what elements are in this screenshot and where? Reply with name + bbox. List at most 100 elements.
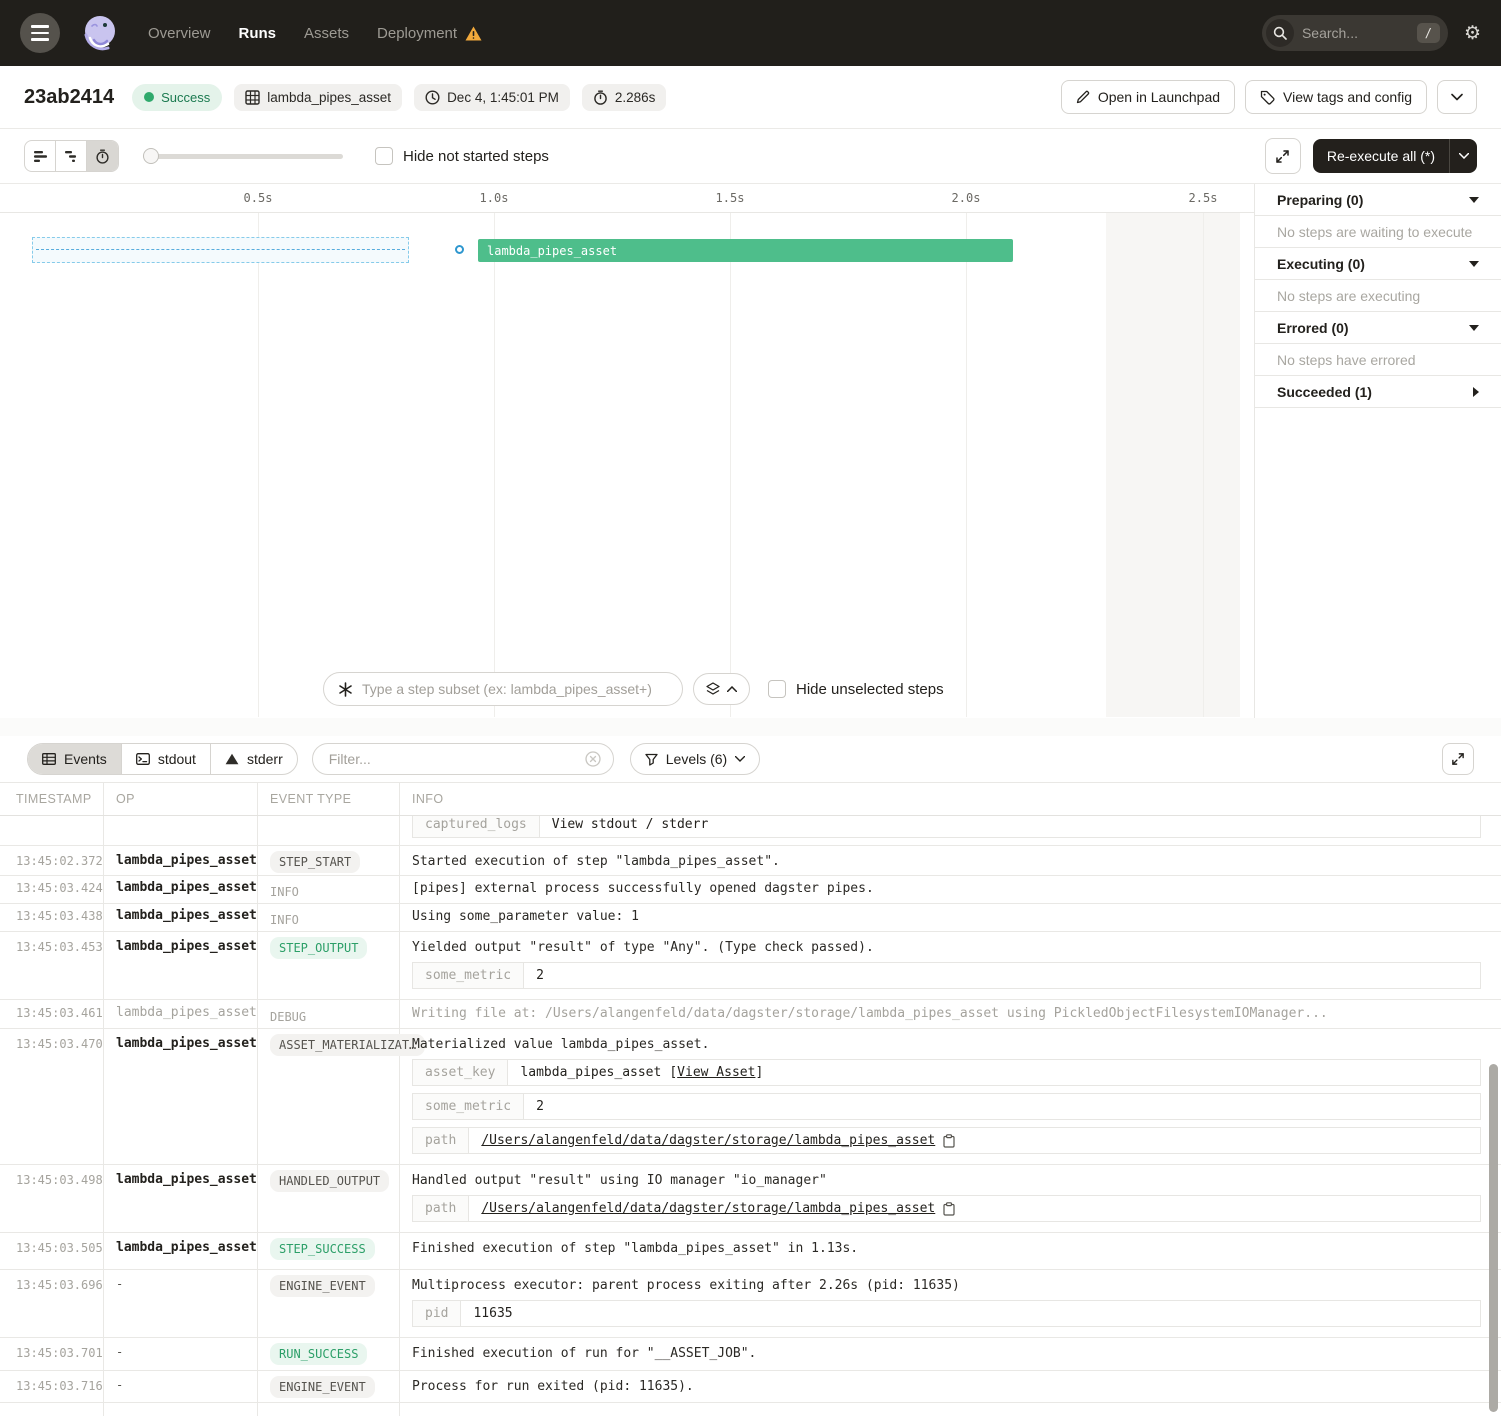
log-op: lambda_pipes_asset	[104, 876, 258, 903]
log-op: -	[104, 1338, 258, 1370]
panel-executing-empty: No steps are executing	[1255, 280, 1501, 312]
nav-deployment[interactable]: Deployment	[377, 25, 482, 42]
caret-down-icon[interactable]	[1469, 261, 1479, 267]
caret-down-icon[interactable]	[1469, 197, 1479, 203]
chevron-down-icon	[1451, 93, 1463, 101]
clear-filter-icon[interactable]	[585, 751, 601, 767]
log-row[interactable]: 13:45:03.470 lambda_pipes_asset ASSET_MA…	[0, 1029, 1501, 1165]
log-row[interactable]: 13:45:03.438 lambda_pipes_asset INFO Usi…	[0, 904, 1501, 932]
expand-icon	[1451, 752, 1465, 766]
menu-icon[interactable]	[20, 13, 60, 53]
panel-resize-handle[interactable]	[0, 718, 1501, 736]
gear-icon[interactable]: ⚙	[1464, 24, 1481, 43]
gantt-step-bar[interactable]: lambda_pipes_asset	[478, 239, 1013, 262]
tab-stdout[interactable]: stdout	[122, 744, 211, 774]
search-input[interactable]	[1294, 25, 1417, 41]
gantt-step-marker-icon[interactable]	[455, 245, 464, 254]
copy-icon[interactable]	[943, 1202, 955, 1216]
panel-section-executing[interactable]: Executing (0)	[1255, 248, 1501, 280]
reexecute-dropdown-button[interactable]	[1449, 139, 1477, 173]
caret-down-icon[interactable]	[1469, 325, 1479, 331]
nav-overview[interactable]: Overview	[148, 25, 211, 42]
log-row[interactable]: 13:45:03.461 lambda_pipes_asset DEBUG Wr…	[0, 1000, 1501, 1029]
panel-section-preparing[interactable]: Preparing (0)	[1255, 184, 1501, 216]
metadata-key: asset_key	[413, 1060, 508, 1085]
scrollbar-thumb[interactable]	[1489, 1064, 1498, 1412]
log-row-partial: captured_logs View stdout / stderr	[0, 816, 1501, 846]
copy-icon[interactable]	[943, 1134, 955, 1148]
log-timestamp: 13:45:03.696	[0, 1270, 104, 1337]
log-row[interactable]: 13:45:03.505 lambda_pipes_asset STEP_SUC…	[0, 1233, 1501, 1270]
panel-errored-empty: No steps have errored	[1255, 344, 1501, 376]
levels-filter-label: Levels (6)	[666, 751, 727, 767]
log-row[interactable]: 13:45:03.701 - RUN_SUCCESS Finished exec…	[0, 1338, 1501, 1371]
log-row[interactable]: 13:45:03.424 lambda_pipes_asset INFO [pi…	[0, 876, 1501, 904]
metadata-value: lambda_pipes_asset	[520, 1065, 661, 1080]
hide-unselected-checkbox[interactable]	[768, 680, 786, 698]
run-actions-dropdown-button[interactable]	[1437, 80, 1477, 114]
job-name: lambda_pipes_asset	[267, 90, 391, 105]
view-asset-link[interactable]: View Asset	[677, 1065, 755, 1080]
tab-events[interactable]: Events	[28, 744, 122, 774]
log-row[interactable]: 13:45:02.372 lambda_pipes_asset STEP_STA…	[0, 846, 1501, 876]
view-mode-waterfall-button[interactable]	[56, 141, 87, 171]
waterfall-view-icon	[64, 150, 79, 163]
job-grid-icon	[245, 90, 260, 105]
caret-right-icon[interactable]	[1473, 387, 1479, 397]
dagster-run-page: Overview Runs Assets Deployment / ⚙ 23ab…	[0, 0, 1501, 1416]
expand-icon	[1275, 149, 1290, 164]
view-tags-config-button[interactable]: View tags and config	[1245, 80, 1427, 114]
view-stdout-stderr-link[interactable]: View stdout / stderr	[552, 817, 709, 832]
log-timestamp: 13:45:03.461	[0, 1000, 104, 1028]
step-subset-input[interactable]	[362, 681, 668, 697]
log-row[interactable]: 13:45:03.696 - ENGINE_EVENT Multiprocess…	[0, 1270, 1501, 1338]
path-link[interactable]: /Users/alangenfeld/data/dagster/storage/…	[481, 1133, 935, 1148]
tab-events-label: Events	[64, 751, 107, 767]
log-row[interactable]: 13:45:03.498 lambda_pipes_asset HANDLED_…	[0, 1165, 1501, 1233]
search-shortcut-badge: /	[1417, 23, 1440, 43]
panel-section-errored[interactable]: Errored (0)	[1255, 312, 1501, 344]
reexecute-all-button[interactable]: Re-execute all (*)	[1313, 139, 1449, 173]
gantt-zoom-slider[interactable]	[143, 148, 343, 164]
nav-assets[interactable]: Assets	[304, 25, 349, 42]
tag-icon	[1260, 90, 1275, 105]
gantt-waiting-span	[32, 237, 409, 263]
tab-stderr[interactable]: stderr	[211, 744, 297, 774]
tab-stdout-label: stdout	[158, 751, 196, 767]
events-table-icon	[42, 753, 56, 765]
panel-section-succeeded[interactable]: Succeeded (1)	[1255, 376, 1501, 408]
nav-deployment-label: Deployment	[377, 25, 457, 42]
event-type-badge: HANDLED_OUTPUT	[270, 1170, 389, 1192]
log-timestamp: 13:45:03.498	[0, 1165, 104, 1232]
log-row[interactable]: 13:45:03.716 - ENGINE_EVENT Process for …	[0, 1371, 1501, 1403]
metadata-value: 11635	[473, 1306, 512, 1321]
path-link[interactable]: /Users/alangenfeld/data/dagster/storage/…	[481, 1201, 935, 1216]
status-badge: Success	[132, 84, 222, 111]
logs-fullscreen-button[interactable]	[1442, 743, 1474, 775]
warning-icon	[465, 26, 482, 41]
run-header: 23ab2414 Success lambda_pipes_asset Dec …	[0, 66, 1501, 129]
gantt-fullscreen-button[interactable]	[1265, 138, 1301, 174]
view-mode-flat-button[interactable]	[25, 141, 56, 171]
axis-tick: 1.0s	[480, 191, 509, 205]
open-in-launchpad-button[interactable]: Open in Launchpad	[1061, 80, 1235, 114]
slider-knob[interactable]	[143, 148, 159, 164]
search-box[interactable]: /	[1262, 15, 1448, 51]
dagster-logo-icon[interactable]	[78, 11, 122, 55]
metadata-entry: captured_logs View stdout / stderr	[412, 816, 1481, 838]
job-pill[interactable]: lambda_pipes_asset	[234, 84, 402, 111]
log-info: [pipes] external process successfully op…	[412, 881, 874, 896]
graph-query-toggle-button[interactable]	[693, 673, 750, 705]
gantt-plot: lambda_pipes_asset	[0, 213, 1254, 717]
log-info: Writing file at: /Users/alangenfeld/data…	[412, 1006, 1328, 1021]
view-mode-timed-button[interactable]	[87, 141, 118, 171]
levels-filter-button[interactable]: Levels (6)	[630, 743, 760, 775]
gantt-section: 0.5s 1.0s 1.5s 2.0s 2.5s lambda_pipes_as…	[0, 184, 1501, 718]
view-tags-config-label: View tags and config	[1283, 89, 1412, 105]
metadata-key: captured_logs	[413, 816, 540, 837]
nav-runs[interactable]: Runs	[239, 25, 277, 42]
reexecute-all-label: Re-execute all (*)	[1327, 148, 1435, 164]
log-row[interactable]: 13:45:03.453 lambda_pipes_asset STEP_OUT…	[0, 932, 1501, 1000]
log-filter-input[interactable]	[329, 751, 585, 767]
hide-not-started-checkbox[interactable]	[375, 147, 393, 165]
